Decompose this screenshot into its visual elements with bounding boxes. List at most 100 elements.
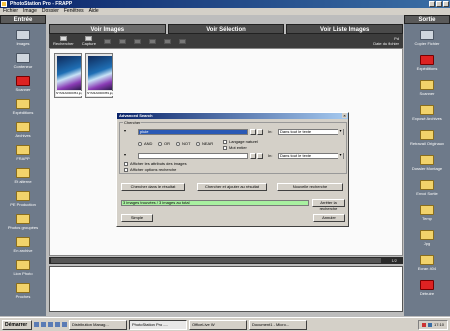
- panel-item[interactable]: Dossier Montage: [412, 155, 442, 171]
- panel-item[interactable]: Proches: [14, 283, 32, 299]
- panel-item[interactable]: Archives: [14, 122, 32, 138]
- menu-help[interactable]: Aide: [89, 8, 99, 15]
- tray-icon[interactable]: [421, 322, 426, 327]
- mail-icon[interactable]: [48, 322, 53, 327]
- panel-item-label: Archives: [15, 133, 31, 138]
- search-criteria-group: Chercher ▾ pluie In: Dans tout le texte …: [119, 120, 347, 174]
- toolbar-button[interactable]: [103, 38, 111, 44]
- explorer-icon[interactable]: [55, 322, 60, 327]
- menu-windows[interactable]: Fenêtres: [64, 8, 84, 15]
- search-status: 3 images trouvées / 3 images au total: [121, 200, 309, 206]
- search-and-add-button[interactable]: Chercher et ajouter au résultat: [197, 183, 267, 191]
- natural-language-label: Langage naturel: [229, 139, 258, 144]
- start-button[interactable]: Démarrer: [2, 319, 32, 330]
- task-distribution[interactable]: Distribution Manag...: [69, 319, 127, 330]
- dialog-titlebar: Advanced Search ×: [117, 113, 348, 119]
- panel-item[interactable]: Conteneur: [14, 53, 32, 69]
- row1-browse-button[interactable]: [257, 129, 263, 135]
- panel-item[interactable]: Exposé Archives: [412, 105, 442, 121]
- menu-folder[interactable]: Dossier: [42, 8, 59, 15]
- row1-options-button[interactable]: [250, 129, 256, 135]
- tab-view-selection[interactable]: Voir Sélection: [167, 24, 285, 34]
- tab-view-images[interactable]: Voir Images: [49, 24, 166, 34]
- near-radio[interactable]: [196, 142, 200, 146]
- show-options-checkbox[interactable]: [124, 168, 128, 172]
- new-search-button[interactable]: Nouvelle recherche: [277, 183, 343, 191]
- minimize-icon[interactable]: [429, 1, 435, 7]
- scrollbar-thumb[interactable]: [51, 258, 381, 263]
- task-document[interactable]: Document1 - Micro...: [249, 319, 307, 330]
- panel-item[interactable]: Lion Photo: [13, 260, 33, 276]
- simple-button[interactable]: Simple: [121, 214, 153, 222]
- toolbar-icon: [133, 38, 141, 44]
- panel-item[interactable]: Expéditions: [13, 99, 33, 115]
- panel-item[interactable]: Photos groupées: [8, 214, 38, 230]
- panel-item[interactable]: Ecran 404: [418, 255, 436, 271]
- toolbar-button[interactable]: [163, 38, 171, 44]
- sort-select[interactable]: Date du fichier: [373, 41, 399, 46]
- image-thumbnail[interactable]: NYM3A0000359.jpg: [85, 53, 113, 98]
- dialog-close-icon[interactable]: ×: [342, 113, 347, 118]
- view-tabs: Voir Images Voir Sélection Voir Liste Im…: [49, 24, 404, 34]
- panel-item[interactable]: Envoi Sortie: [416, 180, 438, 196]
- panel-item[interactable]: Scanner: [418, 80, 436, 96]
- tab-view-list[interactable]: Voir Liste Images: [286, 24, 404, 34]
- not-radio[interactable]: [176, 142, 180, 146]
- app-icon: [1, 1, 7, 7]
- show-attributes-checkbox[interactable]: [124, 162, 128, 166]
- task-photostation[interactable]: PhotoStation Pro -...: [129, 319, 187, 330]
- caption-textarea[interactable]: [49, 266, 403, 312]
- panel-item[interactable]: En archive: [14, 237, 32, 253]
- toolbar-button[interactable]: [148, 38, 156, 44]
- search-term2-input[interactable]: [138, 153, 248, 159]
- toolbar-button[interactable]: [178, 38, 186, 44]
- and-radio[interactable]: [138, 142, 142, 146]
- panel-item[interactable]: PE Production: [10, 191, 36, 207]
- search-term-input[interactable]: pluie: [138, 129, 248, 135]
- panel-item[interactable]: Et alterne: [14, 168, 32, 184]
- horizontal-scrollbar[interactable]: 1/2: [49, 257, 403, 264]
- task-office[interactable]: OfficeLive W: [189, 319, 247, 330]
- panel-item-label: Photos groupées: [7, 225, 39, 230]
- panel-item[interactable]: Temp: [418, 205, 436, 221]
- panel-item[interactable]: Détruire: [418, 280, 436, 296]
- panel-item[interactable]: Scanner: [14, 76, 32, 92]
- panel-item-label: PE Production: [10, 202, 36, 207]
- search-in-result-button[interactable]: Chercher dans le résultat: [121, 183, 185, 191]
- panel-item[interactable]: Copier Fichier: [415, 30, 439, 46]
- toolbar-button[interactable]: [133, 38, 141, 44]
- whole-word-checkbox[interactable]: [223, 146, 227, 150]
- cancel-button[interactable]: Annuler: [313, 214, 345, 222]
- panel-item[interactable]: Images: [14, 30, 32, 46]
- row2-options-button[interactable]: [250, 153, 256, 159]
- toolbar-button[interactable]: [118, 38, 126, 44]
- natural-language-checkbox[interactable]: [223, 140, 227, 144]
- desktop-icon[interactable]: [34, 322, 39, 327]
- folder-icon: [420, 105, 434, 115]
- menu-image[interactable]: Image: [23, 8, 37, 15]
- close-icon[interactable]: [443, 1, 449, 7]
- or-radio[interactable]: [158, 142, 162, 146]
- maximize-icon[interactable]: [436, 1, 442, 7]
- panel-item-label: Expéditions: [416, 66, 438, 71]
- row2-scope-select[interactable]: Dans tout le texte: [278, 153, 344, 159]
- tray-network-icon[interactable]: [427, 322, 432, 327]
- menu-file[interactable]: Fichier: [3, 8, 18, 15]
- panel-item-label: Exposé Archives: [412, 116, 442, 121]
- image-thumbnail[interactable]: NYM3A0000354.jpg: [54, 53, 82, 98]
- toolbar-icon: [163, 38, 171, 44]
- panel-item[interactable]: Jpg: [418, 230, 436, 246]
- panel-item[interactable]: Retravail Originaux: [410, 130, 444, 146]
- folder-icon: [16, 122, 30, 132]
- panel-item[interactable]: FRAPP: [14, 145, 32, 161]
- toolbar-button[interactable]: Capture: [82, 36, 96, 46]
- row2-browse-button[interactable]: [257, 153, 263, 159]
- row1-scope-select[interactable]: Dans tout le texte: [278, 129, 344, 135]
- stop-search-button[interactable]: Arrêter la recherche: [312, 199, 345, 211]
- toolbar-button[interactable]: Rechercher: [53, 36, 74, 46]
- folder-icon: [420, 255, 434, 265]
- panel-item[interactable]: Expéditions: [416, 55, 438, 71]
- folder-icon: [420, 130, 434, 140]
- browser-icon[interactable]: [41, 322, 46, 327]
- media-icon[interactable]: [62, 322, 67, 327]
